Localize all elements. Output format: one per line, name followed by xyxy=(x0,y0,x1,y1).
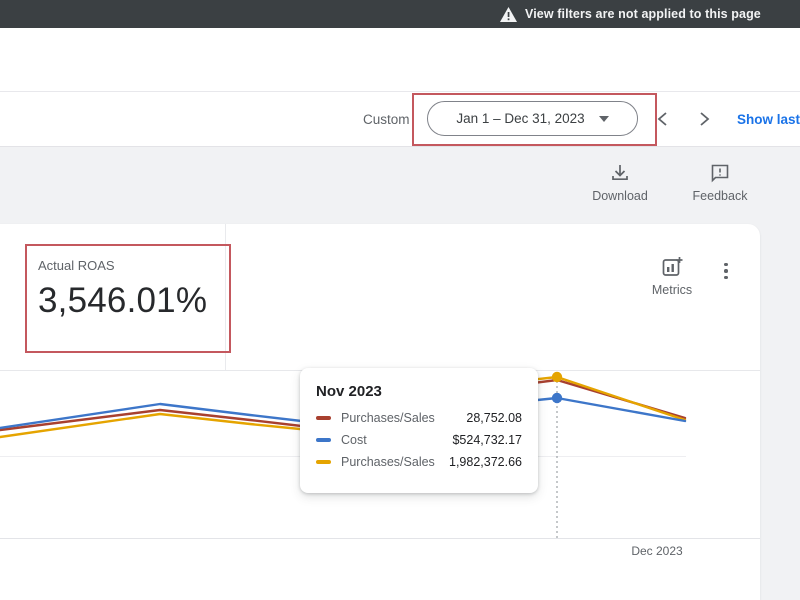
performance-chart-card: Actual ROAS 3,546.01% Metrics Dec 2023 N… xyxy=(0,224,760,600)
series-color-dash-icon xyxy=(316,416,331,420)
download-button[interactable]: Download xyxy=(580,163,660,203)
data-point-marker[interactable] xyxy=(551,392,563,404)
feedback-button[interactable]: Feedback xyxy=(680,163,760,203)
metrics-label: Metrics xyxy=(651,283,693,297)
tooltip-row: Purchases/Sales 28,752.08 xyxy=(316,411,522,425)
metrics-button[interactable]: Metrics xyxy=(644,256,700,297)
metric-tab-divider xyxy=(225,224,226,370)
metrics-icon xyxy=(661,256,683,278)
header-strip xyxy=(0,28,800,92)
notification-message: View filters are not applied to this pag… xyxy=(525,7,761,21)
x-axis-tick-label: Dec 2023 xyxy=(631,544,683,558)
chevron-down-icon xyxy=(598,115,609,122)
tooltip-series-label: Cost xyxy=(341,433,367,447)
page-content: Download Feedback Actual ROAS 3,546.01% xyxy=(0,147,800,600)
chevron-right-icon xyxy=(699,111,710,127)
show-last-link[interactable]: Show last xyxy=(737,92,800,146)
download-icon xyxy=(610,163,630,183)
chart-card-header: Actual ROAS 3,546.01% Metrics xyxy=(0,224,760,371)
date-range-value: Jan 1 – Dec 31, 2023 xyxy=(456,111,585,126)
tooltip-series-value: 28,752.08 xyxy=(466,411,522,425)
tooltip-title: Nov 2023 xyxy=(316,383,382,400)
kebab-menu-button[interactable] xyxy=(714,258,738,284)
next-period-button[interactable] xyxy=(690,105,718,133)
chart-tooltip: Nov 2023 Purchases/Sales 28,752.08 Cost $52… xyxy=(300,368,538,493)
tooltip-series-label: Purchases/Sales xyxy=(341,455,435,469)
metric-label: Actual ROAS xyxy=(38,258,115,273)
date-range-dropdown[interactable]: Jan 1 – Dec 31, 2023 xyxy=(427,101,638,136)
series-color-dash-icon xyxy=(316,438,331,442)
data-point-marker[interactable] xyxy=(551,371,563,383)
previous-period-button[interactable] xyxy=(648,105,676,133)
tooltip-row: Cost $524,732.17 xyxy=(316,433,522,447)
metric-summary-tab[interactable]: Actual ROAS 3,546.01% xyxy=(38,258,207,321)
feedback-icon xyxy=(710,163,730,183)
notification-bar: View filters are not applied to this pag… xyxy=(0,0,800,28)
metric-value: 3,546.01% xyxy=(38,281,208,320)
tooltip-series-label: Purchases/Sales xyxy=(341,411,435,425)
chevron-left-icon xyxy=(657,111,668,127)
warning-icon xyxy=(500,6,517,22)
download-label: Download xyxy=(592,189,648,203)
feedback-label: Feedback xyxy=(692,189,748,203)
tooltip-series-value: $524,732.17 xyxy=(452,433,522,447)
date-toolbar: Custom Jan 1 – Dec 31, 2023 Show last xyxy=(0,92,800,147)
tooltip-series-value: 1,982,372.66 xyxy=(449,455,522,469)
date-range-mode-label: Custom xyxy=(363,111,410,127)
tooltip-row: Purchases/Sales 1,982,372.66 xyxy=(316,455,522,469)
tooltip-rows: Purchases/Sales 28,752.08 Cost $524,732.17 P… xyxy=(316,411,522,469)
series-color-dash-icon xyxy=(316,460,331,464)
